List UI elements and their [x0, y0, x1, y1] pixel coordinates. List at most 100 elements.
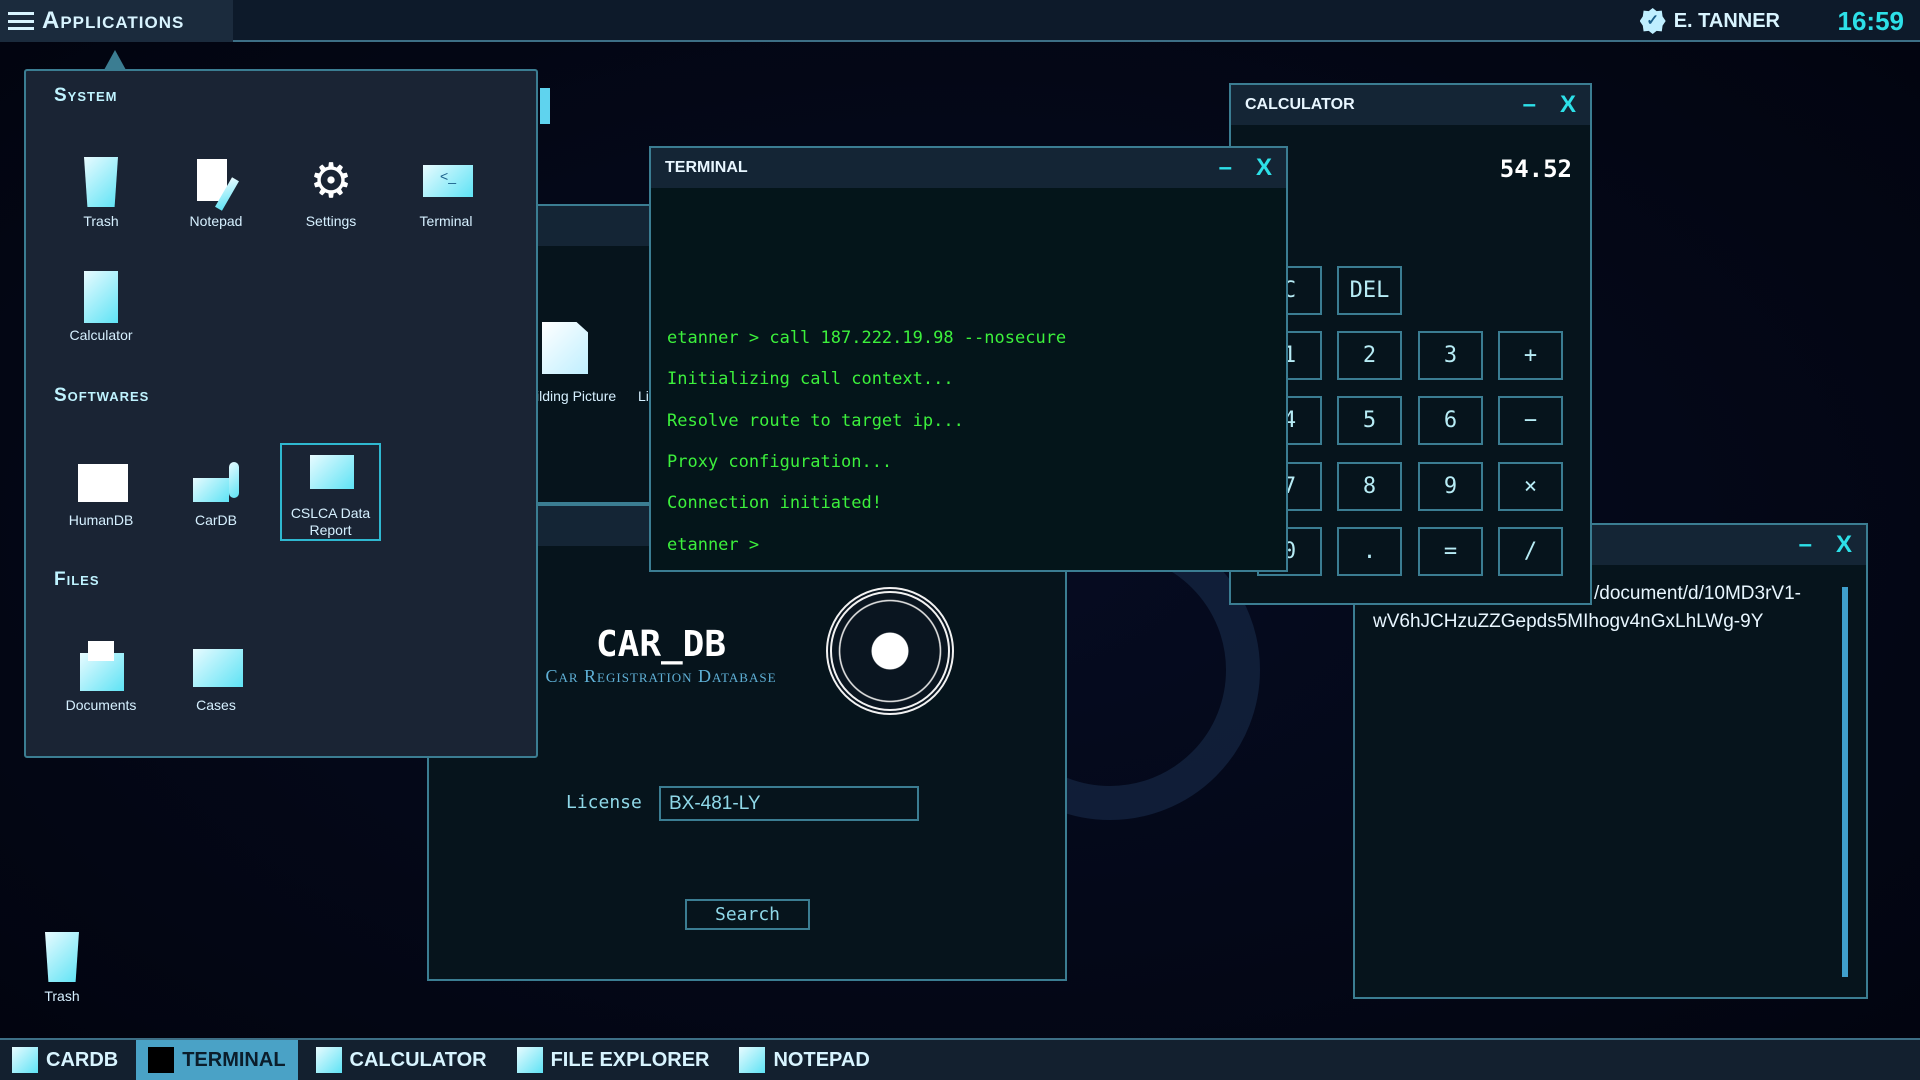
- trash-icon: [78, 157, 124, 207]
- report-icon: [308, 453, 354, 503]
- notepad-icon: [193, 157, 239, 211]
- search-button[interactable]: Search: [685, 899, 810, 930]
- desktop-trash-label: Trash: [44, 988, 80, 1004]
- menu-item-label: Terminal: [419, 213, 473, 229]
- menu-pointer: [104, 50, 126, 70]
- calculator-icon: [78, 271, 124, 323]
- menu-item-terminal[interactable]: <_ Terminal: [396, 157, 496, 229]
- calc-button-plus[interactable]: +: [1498, 331, 1563, 380]
- clock: 16:59: [1837, 6, 1905, 36]
- calc-button-delete[interactable]: DEL: [1337, 266, 1402, 315]
- menu-item-trash[interactable]: Trash: [51, 157, 151, 229]
- taskbar-item-calculator[interactable]: CALCULATOR: [304, 1040, 499, 1080]
- menu-item-humandb[interactable]: HumanDB: [51, 456, 151, 528]
- taskbar-item-terminal[interactable]: TERMINAL: [136, 1040, 298, 1080]
- calc-button[interactable]: 3: [1418, 331, 1483, 380]
- terminal-line: Resolve route to target ip...: [667, 411, 964, 431]
- terminal-title-bar[interactable]: TERMINAL – X: [651, 148, 1286, 188]
- menu-item-settings[interactable]: ⚙ Settings: [281, 155, 381, 230]
- file-item-label[interactable]: ilding Picture: [536, 388, 616, 404]
- verified-badge-icon: ✓: [1639, 8, 1666, 34]
- calc-button[interactable]: 6: [1418, 396, 1483, 445]
- minimize-button[interactable]: –: [1799, 531, 1812, 559]
- taskbar-item-cardb[interactable]: CARDB: [0, 1040, 130, 1080]
- desktop-trash[interactable]: Trash: [12, 932, 112, 1004]
- taskbar-item-notepad[interactable]: NOTEPAD: [727, 1040, 881, 1080]
- terminal-prompt[interactable]: etanner >: [667, 535, 769, 555]
- calc-button-multiply[interactable]: ×: [1498, 462, 1563, 511]
- notepad-text-line[interactable]: wV6hJCHzuZZGepds5MIhogv4nGxLhLWg-9Y: [1373, 611, 1763, 633]
- car-person-icon: [193, 456, 239, 506]
- terminal-window: TERMINAL – X etanner > call 187.222.19.98…: [649, 146, 1288, 572]
- calc-button-divide[interactable]: /: [1498, 527, 1563, 576]
- menu-item-label: Notepad: [189, 213, 243, 229]
- scrollbar-fragment: [540, 88, 550, 124]
- taskbar: CARDB TERMINAL CALCULATOR FILE EXPLORER …: [0, 1038, 1920, 1080]
- applications-menu-button[interactable]: Applications: [0, 0, 233, 42]
- gear-icon: ⚙: [309, 155, 353, 208]
- license-input[interactable]: [659, 786, 919, 821]
- file-item-label[interactable]: Li: [638, 388, 649, 404]
- terminal-line: Connection initiated!: [667, 493, 882, 513]
- folder-icon: [516, 1047, 543, 1073]
- id-card-icon: [78, 456, 128, 506]
- calc-button[interactable]: 2: [1337, 331, 1402, 380]
- calculator-title: CALCULATOR: [1245, 96, 1355, 113]
- hamburger-icon: [8, 12, 34, 30]
- minimize-button[interactable]: –: [1219, 154, 1232, 182]
- notepad-scrollbar[interactable]: [1842, 587, 1848, 977]
- taskbar-label: CALCULATOR: [349, 1048, 487, 1071]
- image-file-icon[interactable]: [542, 322, 588, 374]
- calc-button[interactable]: 8: [1337, 462, 1402, 511]
- section-files: Files: [54, 569, 100, 590]
- cardb-title: CAR_DB: [595, 624, 727, 665]
- calc-button[interactable]: 9: [1418, 462, 1483, 511]
- terminal-icon: <_: [423, 157, 473, 207]
- calc-button-equals[interactable]: =: [1418, 527, 1483, 576]
- close-button[interactable]: X: [1256, 154, 1272, 182]
- user-indicator[interactable]: ✓ E. TANNER: [1639, 8, 1780, 34]
- terminal-line: Proxy configuration...: [667, 452, 893, 472]
- calc-button-decimal[interactable]: .: [1337, 527, 1402, 576]
- menu-item-label: CarDB: [194, 512, 237, 528]
- menu-item-notepad[interactable]: Notepad: [166, 157, 266, 229]
- section-softwares: Softwares: [54, 385, 150, 406]
- terminal-icon: [148, 1047, 175, 1073]
- minimize-button[interactable]: –: [1523, 91, 1536, 119]
- trash-icon: [39, 932, 85, 982]
- terminal-line: etanner > call 187.222.19.98 --nosecure: [667, 328, 1067, 348]
- menu-item-label: Settings: [305, 213, 357, 229]
- top-bar: Applications ✓ E. TANNER 16:59: [0, 0, 1920, 42]
- menu-item-label: Trash: [83, 213, 119, 229]
- menu-item-cases[interactable]: Cases: [166, 641, 266, 713]
- section-system: System: [54, 85, 118, 106]
- menu-item-label: Documents: [65, 697, 137, 713]
- terminal-line: Initializing call context...: [667, 369, 954, 389]
- menu-item-cslca-data-report[interactable]: CSLCA Data Report: [280, 443, 381, 541]
- menu-item-calculator[interactable]: Calculator: [51, 271, 151, 343]
- cabinet-icon: [193, 641, 243, 691]
- notepad-text-line[interactable]: /document/d/10MD3rV1-: [1594, 583, 1801, 605]
- taskbar-label: NOTEPAD: [773, 1048, 870, 1071]
- cardb-subtitle: Car Registration Database: [545, 666, 777, 686]
- menu-item-label: HumanDB: [68, 512, 134, 528]
- taskbar-label: CARDB: [46, 1048, 119, 1071]
- taskbar-label: TERMINAL: [182, 1048, 286, 1071]
- menu-item-documents[interactable]: Documents: [51, 641, 151, 713]
- taskbar-item-file-explorer[interactable]: FILE EXPLORER: [505, 1040, 722, 1080]
- calc-button[interactable]: 5: [1337, 396, 1402, 445]
- close-button[interactable]: X: [1560, 91, 1576, 119]
- close-button[interactable]: X: [1836, 531, 1852, 559]
- calculator-display: 54.52: [1499, 155, 1572, 183]
- calculator-title-bar[interactable]: CALCULATOR – X: [1231, 85, 1590, 125]
- seal-logo: [826, 587, 954, 715]
- car-person-icon: [12, 1047, 38, 1073]
- terminal-title: TERMINAL: [665, 159, 748, 176]
- applications-menu: System Trash Notepad ⚙ Settings <_ Termi…: [24, 69, 538, 758]
- menu-item-cardb[interactable]: CarDB: [166, 456, 266, 528]
- license-label: License: [566, 792, 642, 813]
- calc-button-minus[interactable]: −: [1498, 396, 1563, 445]
- user-name: E. TANNER: [1673, 9, 1780, 32]
- menu-item-label: Calculator: [69, 327, 133, 343]
- folder-icon: [78, 641, 124, 691]
